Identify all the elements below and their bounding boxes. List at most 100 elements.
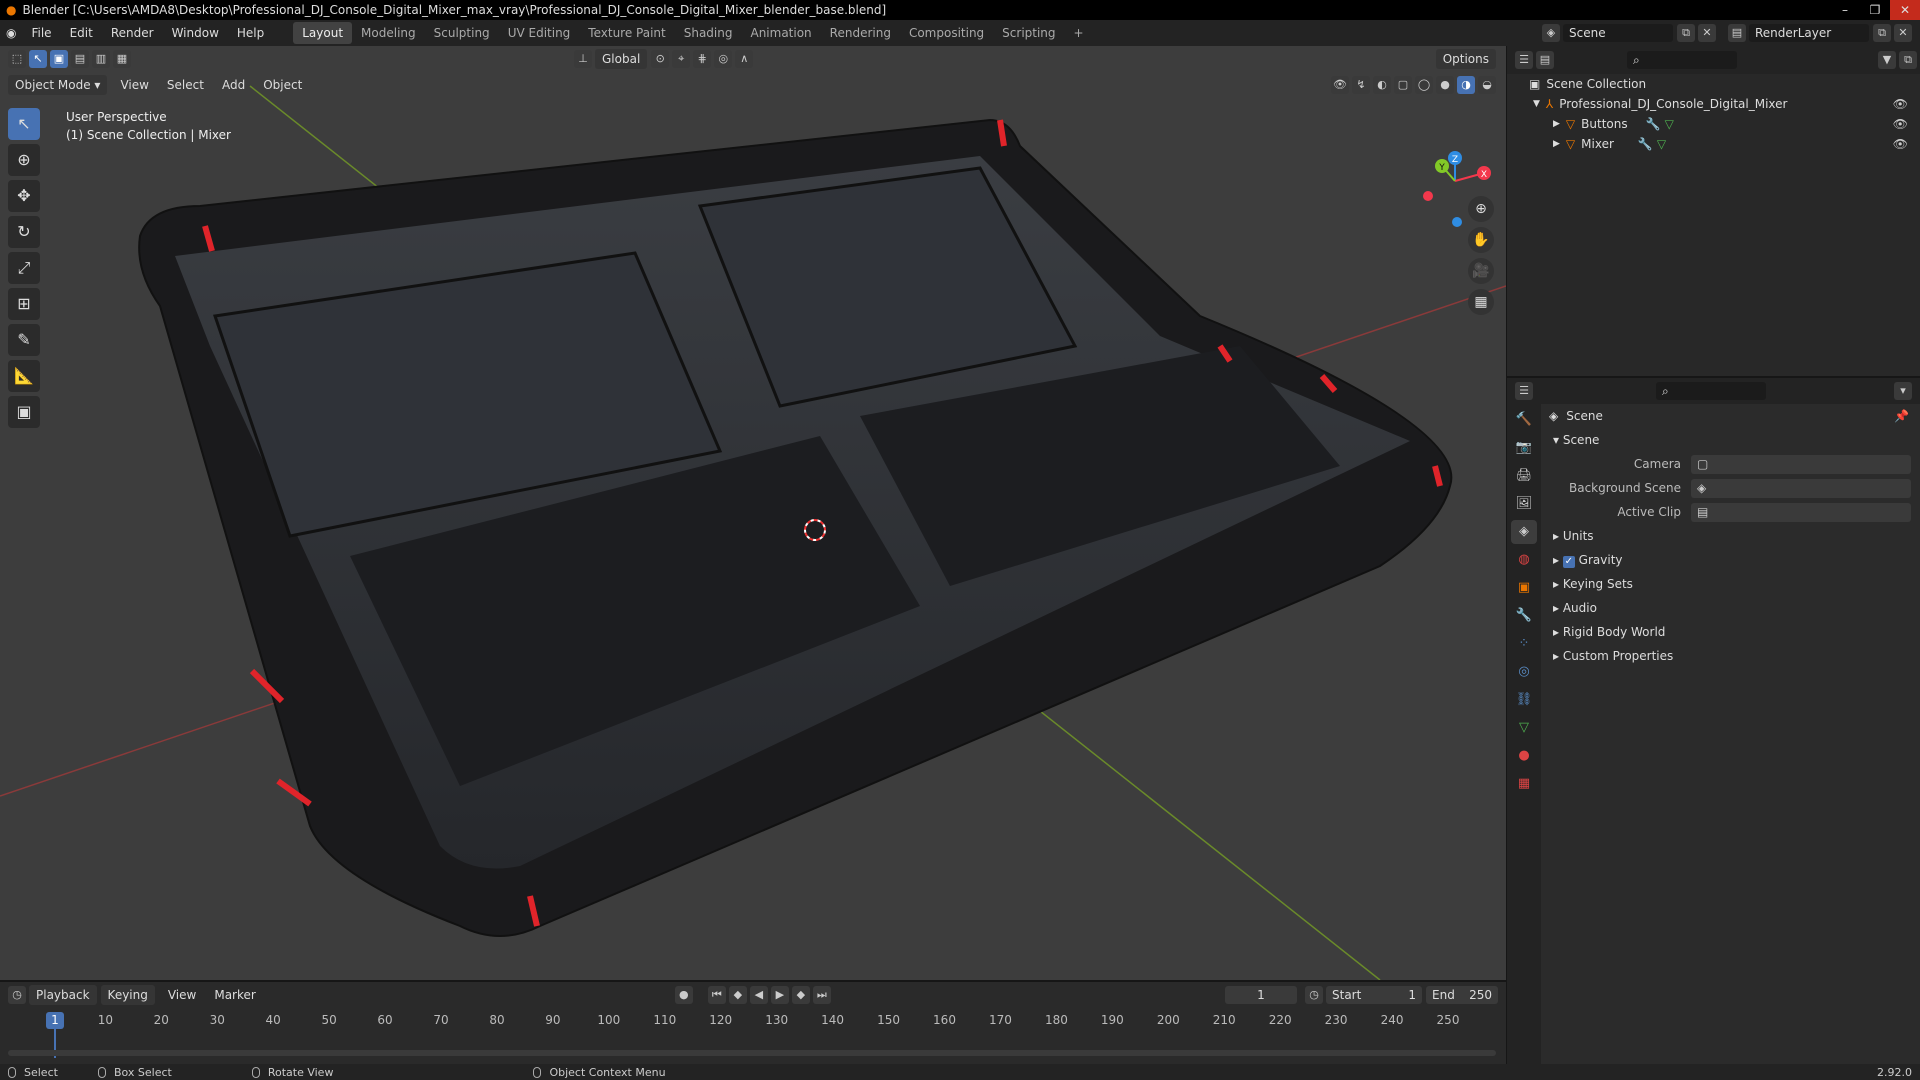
outliner-search-input[interactable]: ⌕: [1627, 51, 1737, 69]
texture-tab-icon[interactable]: ▦: [1511, 772, 1537, 796]
audio-panel[interactable]: ▸ Audio: [1541, 596, 1920, 620]
pin-icon[interactable]: 📌: [1894, 404, 1909, 428]
viewport-menu-view[interactable]: View: [111, 72, 157, 98]
annotate-tool[interactable]: ✎: [8, 324, 40, 356]
outliner-row-buttons[interactable]: ▶ ▽ Buttons 🔧 ▽ 👁: [1507, 114, 1920, 134]
3d-viewport[interactable]: Z X Y: [0, 46, 1506, 980]
properties-options-icon[interactable]: ▾: [1894, 382, 1912, 400]
minimize-button[interactable]: –: [1830, 0, 1860, 20]
timeline-menu-marker[interactable]: Marker: [205, 982, 264, 1008]
rendered-shading-icon[interactable]: ◒: [1478, 76, 1496, 94]
timeline-menu-view[interactable]: View: [159, 982, 205, 1008]
tool-tab-icon[interactable]: 🔨: [1511, 408, 1537, 432]
constraints-tab-icon[interactable]: ⛓: [1511, 688, 1537, 712]
tab-rendering[interactable]: Rendering: [821, 22, 900, 44]
proportional-edit-icon[interactable]: ◎: [714, 50, 733, 68]
select-tool-icon[interactable]: ↖: [29, 50, 47, 68]
viewport-menu-object[interactable]: Object: [254, 72, 311, 98]
object-tab-icon[interactable]: ▣: [1511, 576, 1537, 600]
filter-icon[interactable]: ▼: [1878, 51, 1896, 69]
viewport-menu-add[interactable]: Add: [213, 72, 254, 98]
outliner-row-mixer[interactable]: ▶ ▽ Mixer 🔧 ▽ 👁: [1507, 134, 1920, 154]
renderlayer-icon[interactable]: ▤: [1728, 24, 1746, 42]
wireframe-shading-icon[interactable]: ◯: [1415, 76, 1433, 94]
jump-start-icon[interactable]: ⏮: [707, 986, 726, 1004]
visibility-eye-icon[interactable]: 👁: [1893, 114, 1908, 134]
end-frame-field[interactable]: End 250: [1426, 986, 1498, 1004]
menu-window[interactable]: Window: [163, 20, 228, 46]
object-mode-dropdown[interactable]: Object Mode ▾: [8, 75, 108, 95]
tab-sculpting[interactable]: Sculpting: [425, 22, 499, 44]
pivot-icon[interactable]: ⊙: [651, 50, 670, 68]
timeline-menu-playback[interactable]: Playback: [29, 985, 97, 1005]
snap-icon[interactable]: ⌖: [672, 50, 691, 68]
rotate-tool[interactable]: ↻: [8, 216, 40, 248]
select-extend-icon[interactable]: ▤: [71, 50, 89, 68]
gravity-panel[interactable]: ▸ ✓ Gravity: [1541, 548, 1920, 572]
auto-keying-icon[interactable]: ●: [674, 986, 693, 1004]
frame-ruler[interactable]: 1 10 20 30 40 50 60 70 80 90 100 110 120 130 140 150 160…: [0, 1010, 1506, 1058]
particles-tab-icon[interactable]: ⁘: [1511, 632, 1537, 656]
pan-hand-icon[interactable]: ✋: [1468, 227, 1494, 253]
render-tab-icon[interactable]: 📷: [1511, 436, 1537, 460]
material-shading-icon[interactable]: ◑: [1457, 76, 1475, 94]
menu-render[interactable]: Render: [102, 20, 163, 46]
tab-layout[interactable]: Layout: [293, 22, 353, 44]
rigid-body-world-panel[interactable]: ▸ Rigid Body World: [1541, 620, 1920, 644]
orientation-icon[interactable]: ⊥: [574, 50, 592, 68]
jump-keyframe-forward-icon[interactable]: ◆: [791, 986, 810, 1004]
display-mode-icon[interactable]: ▤: [1536, 51, 1554, 69]
play-icon[interactable]: ▶: [770, 986, 789, 1004]
cursor-tool[interactable]: ⊕: [8, 144, 40, 176]
gizmo-toggle-icon[interactable]: ↯: [1352, 76, 1370, 94]
jump-end-icon[interactable]: ⏭: [812, 986, 831, 1004]
output-tab-icon[interactable]: 🖨: [1511, 464, 1537, 488]
blender-menu-icon[interactable]: ◉: [6, 26, 16, 40]
expand-arrow-icon[interactable]: ▶: [1553, 134, 1560, 154]
tab-uv-editing[interactable]: UV Editing: [499, 22, 580, 44]
tab-shading[interactable]: Shading: [675, 22, 742, 44]
outliner-row-dj-console[interactable]: ▼ ⅄ Professional_DJ_Console_Digital_Mixe…: [1507, 94, 1920, 114]
tab-compositing[interactable]: Compositing: [900, 22, 993, 44]
keying-sets-panel[interactable]: ▸ Keying Sets: [1541, 572, 1920, 596]
modifier-tab-icon[interactable]: 🔧: [1511, 604, 1537, 628]
play-reverse-icon[interactable]: ◀: [749, 986, 768, 1004]
custom-properties-panel[interactable]: ▸ Custom Properties: [1541, 644, 1920, 668]
viewport-menu-select[interactable]: Select: [158, 72, 213, 98]
new-renderlayer-icon[interactable]: ⧉: [1873, 24, 1891, 42]
timeline-editor-icon[interactable]: ◷: [8, 986, 26, 1004]
transform-tool[interactable]: ⊞: [8, 288, 40, 320]
tab-modeling[interactable]: Modeling: [352, 22, 425, 44]
tab-scripting[interactable]: Scripting: [993, 22, 1064, 44]
scene-panel-header[interactable]: ▾ Scene: [1541, 428, 1920, 452]
new-scene-icon[interactable]: ⧉: [1677, 24, 1695, 42]
world-tab-icon[interactable]: ◍: [1511, 548, 1537, 572]
menu-help[interactable]: Help: [228, 20, 273, 46]
use-preview-range-icon[interactable]: ◷: [1305, 986, 1323, 1004]
start-frame-field[interactable]: Start 1: [1326, 986, 1422, 1004]
new-collection-icon[interactable]: ⧉: [1899, 51, 1917, 69]
scene-icon[interactable]: ◈: [1542, 24, 1560, 42]
tab-animation[interactable]: Animation: [741, 22, 820, 44]
jump-keyframe-back-icon[interactable]: ◆: [728, 986, 747, 1004]
camera-view-icon[interactable]: 🎥: [1468, 258, 1494, 284]
select-box-tool[interactable]: ↖: [8, 108, 40, 140]
snap-target-icon[interactable]: ⋕: [693, 50, 712, 68]
menu-edit[interactable]: Edit: [61, 20, 102, 46]
falloff-icon[interactable]: ∧: [735, 50, 754, 68]
visibility-eye-icon[interactable]: 👁: [1893, 94, 1908, 114]
ortho-grid-icon[interactable]: ▦: [1468, 289, 1494, 315]
properties-editor-icon[interactable]: ☰: [1515, 382, 1533, 400]
close-button[interactable]: ✕: [1890, 0, 1920, 20]
expand-arrow-icon[interactable]: ▶: [1553, 114, 1560, 134]
transform-orientation-dropdown[interactable]: Global: [595, 49, 648, 69]
add-workspace-button[interactable]: +: [1065, 22, 1093, 44]
current-frame-field[interactable]: 1: [1225, 986, 1297, 1004]
delete-scene-icon[interactable]: ✕: [1698, 24, 1716, 42]
tab-texture-paint[interactable]: Texture Paint: [579, 22, 674, 44]
measure-tool[interactable]: 📐: [8, 360, 40, 392]
delete-renderlayer-icon[interactable]: ✕: [1894, 24, 1912, 42]
zoom-icon[interactable]: ⊕: [1468, 196, 1494, 222]
xray-icon[interactable]: ▢: [1394, 76, 1412, 94]
select-new-icon[interactable]: ▣: [50, 50, 68, 68]
